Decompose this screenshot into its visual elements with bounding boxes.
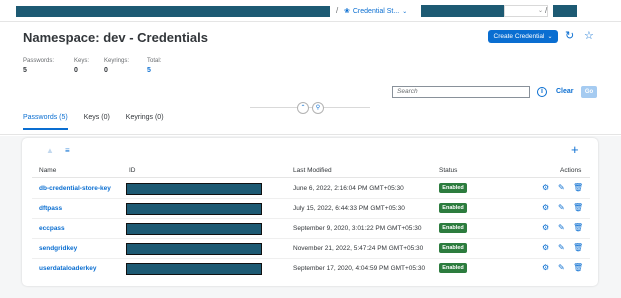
tab-keys[interactable]: Keys (0) — [84, 114, 110, 130]
credentials-table: ▲ ≡ + Name ID Last Modified Status Actio… — [22, 138, 598, 286]
breadcrumb-credential-store[interactable]: ❀ Credential St... ⌄ — [344, 5, 407, 17]
status-badge: Enabled — [439, 263, 467, 273]
chevron-down-icon: ⌄ — [547, 34, 553, 40]
pin-header-button[interactable]: ⚲ — [312, 102, 324, 114]
go-button[interactable]: Go — [581, 86, 597, 98]
last-modified-value: September 17, 2020, 4:04:59 PM GMT+05:30 — [293, 265, 426, 272]
chevron-down-icon: ⌄ — [537, 8, 543, 14]
credential-name-link[interactable]: eccpass — [39, 225, 65, 232]
shell-bar: / ❀ Credential St... ⌄ ⌄ / — [0, 0, 621, 22]
credential-name-link[interactable]: sendgridkey — [39, 245, 77, 252]
redacted-breadcrumb-last[interactable] — [553, 5, 577, 17]
delete-icon[interactable]: 🗑 — [573, 183, 583, 192]
paw-icon: ❀ — [344, 8, 350, 15]
table-row[interactable]: db-credential-store-key June 6, 2022, 2:… — [22, 179, 598, 199]
header-divider — [32, 177, 590, 178]
tab-keyrings[interactable]: Keyrings (0) — [126, 114, 164, 130]
header-bottom-border — [0, 134, 621, 135]
status-badge: Enabled — [439, 203, 467, 213]
edit-icon[interactable]: ✎ — [558, 183, 565, 192]
kpi-value: 5 — [23, 67, 27, 74]
edit-icon[interactable]: ✎ — [558, 203, 565, 212]
breadcrumb-dropdown[interactable]: ⌄ — [504, 5, 548, 17]
status-badge: Enabled — [439, 223, 467, 233]
chevron-down-icon: ⌄ — [402, 8, 408, 15]
kpi-label: Keys: — [74, 58, 90, 64]
delete-icon[interactable]: 🗑 — [573, 203, 583, 212]
create-credential-button[interactable]: Create Credential ⌄ — [488, 30, 558, 43]
edit-icon[interactable]: ✎ — [558, 243, 565, 252]
settings-icon[interactable]: ⚙ — [542, 183, 549, 192]
redacted-id — [126, 183, 262, 195]
page-title: Namespace: dev - Credentials — [23, 30, 208, 45]
settings-icon[interactable]: ⚙ — [542, 203, 549, 212]
header-divider — [250, 107, 370, 108]
redacted-id — [126, 243, 262, 255]
delete-icon[interactable]: 🗑 — [573, 223, 583, 232]
table-row[interactable]: sendgridkey November 21, 2022, 5:47:24 P… — [22, 239, 598, 259]
kpi-value: 0 — [74, 67, 78, 74]
status-badge: Enabled — [439, 243, 467, 253]
refresh-icon[interactable]: ↻ — [565, 29, 574, 42]
breadcrumb-separator: / — [336, 6, 339, 15]
settings-icon[interactable]: ⚙ — [542, 243, 549, 252]
page-header: Namespace: dev - Credentials Create Cred… — [0, 22, 621, 136]
edit-icon[interactable]: ✎ — [558, 263, 565, 272]
tab-passwords[interactable]: Passwords (5) — [23, 114, 68, 130]
settings-icon[interactable]: ⚙ — [542, 263, 549, 272]
table-row[interactable]: eccpass September 9, 2020, 3:01:22 PM GM… — [22, 219, 598, 239]
sort-ascending-icon[interactable]: ▲ — [46, 146, 54, 155]
redacted-id — [126, 203, 262, 215]
column-header-id: ID — [129, 167, 136, 174]
redacted-breadcrumb-item[interactable] — [421, 5, 504, 17]
kpi-label: Total: — [147, 58, 162, 64]
breadcrumb-label: Credential St... — [352, 7, 400, 15]
breadcrumb-separator: / — [545, 6, 548, 15]
kpi-label: Passwords: — [23, 58, 55, 64]
column-header-last-modified: Last Modified — [293, 167, 332, 174]
clear-button[interactable]: Clear — [556, 88, 574, 95]
credential-name-link[interactable]: db-credential-store-key — [39, 185, 111, 192]
tab-bar: Passwords (5) Keys (0) Keyrings (0) — [23, 114, 164, 130]
redacted-id — [126, 263, 262, 275]
add-credential-icon[interactable]: + — [571, 142, 579, 157]
last-modified-value: September 9, 2020, 3:01:22 PM GMT+05:30 — [293, 225, 422, 232]
delete-icon[interactable]: 🗑 — [573, 243, 583, 252]
column-header-actions: Actions — [560, 167, 582, 174]
credential-name-link[interactable]: dftpass — [39, 205, 62, 212]
sort-descending-icon[interactable]: ≡ — [65, 146, 70, 155]
kpi-passwords: Passwords: 5 — [23, 58, 54, 74]
search-input[interactable]: Search — [392, 86, 530, 98]
create-credential-label: Create Credential — [493, 33, 545, 40]
kpi-keyrings: Keyrings: 0 — [104, 58, 129, 74]
kpi-value[interactable]: 5 — [147, 67, 161, 74]
kpi-total: Total: 5 — [147, 58, 161, 74]
kpi-label: Keyrings: — [104, 58, 130, 64]
delete-icon[interactable]: 🗑 — [573, 263, 583, 272]
last-modified-value: June 6, 2022, 2:16:04 PM GMT+05:30 — [293, 185, 404, 192]
favorite-icon[interactable]: ☆ — [584, 29, 594, 42]
table-row[interactable]: userdataloaderkey September 17, 2020, 4:… — [22, 259, 598, 279]
last-modified-value: July 15, 2022, 6:44:33 PM GMT+05:30 — [293, 205, 405, 212]
settings-icon[interactable]: ⚙ — [542, 223, 549, 232]
redacted-id — [126, 223, 262, 235]
collapse-header-button[interactable]: ⌃ — [297, 102, 309, 114]
column-header-status: Status — [439, 167, 458, 174]
status-badge: Enabled — [439, 183, 467, 193]
last-modified-value: November 21, 2022, 5:47:24 PM GMT+05:30 — [293, 245, 424, 252]
table-row[interactable]: dftpass July 15, 2022, 6:44:33 PM GMT+05… — [22, 199, 598, 219]
edit-icon[interactable]: ✎ — [558, 223, 565, 232]
info-icon[interactable]: i — [537, 87, 547, 97]
kpi-value: 0 — [104, 67, 108, 74]
redacted-breadcrumb-root — [16, 6, 330, 17]
credential-name-link[interactable]: userdataloaderkey — [39, 265, 96, 272]
column-header-name: Name — [39, 167, 57, 174]
kpi-keys: Keys: 0 — [74, 58, 89, 74]
